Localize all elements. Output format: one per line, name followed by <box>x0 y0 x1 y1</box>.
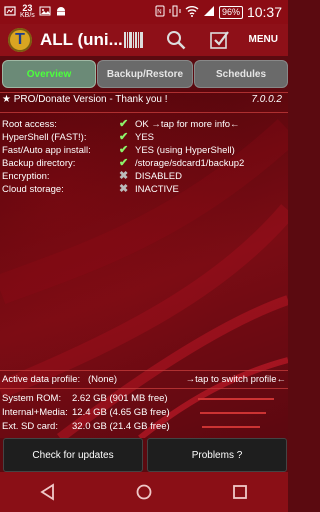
info-label: Encryption: <box>2 171 50 182</box>
storage-row: System ROM: 2.62 GB (901 MB free) <box>2 392 286 406</box>
divider <box>0 92 288 93</box>
encryption-row: Encryption: ✖ DISABLED <box>2 170 286 183</box>
battery-indicator: 96% <box>218 5 243 19</box>
info-label: Cloud storage: <box>2 184 64 195</box>
fast-install-row: Fast/Auto app install: ✔ YES (using Hype… <box>2 144 286 157</box>
batch-select-icon[interactable] <box>208 29 232 51</box>
menu-button[interactable]: MENU <box>249 34 278 45</box>
hypershell-row: HyperShell (FAST!): ✔ YES <box>2 131 286 144</box>
storage-bar <box>198 398 274 400</box>
storage-value: 32.0 GB (21.4 GB free) <box>72 421 170 432</box>
tab-overview[interactable]: Overview <box>2 60 96 88</box>
status-bar: 23 KB/s N 96% 10:37 <box>0 0 288 24</box>
overview-panel: ★ PRO/Donate Version - Thank you ! 7.0.0… <box>0 90 288 438</box>
vibrate-icon <box>169 5 181 20</box>
storage-label: Internal+Media: <box>2 407 68 418</box>
version-label: 7.0.0.2 <box>251 94 282 105</box>
info-value: YES (using HyperShell) <box>135 145 235 156</box>
home-icon[interactable] <box>132 480 156 504</box>
divider <box>0 112 288 113</box>
nfc-icon: N <box>155 5 165 20</box>
speed-value: 23 <box>22 3 33 13</box>
storage-value: 2.62 GB (901 MB free) <box>72 393 168 404</box>
search-icon[interactable] <box>164 29 188 51</box>
info-label: Root access: <box>2 119 57 130</box>
storage-label: Ext. SD card: <box>2 421 58 432</box>
root-access-row[interactable]: Root access: ✔ OK →tap for more info← <box>2 118 286 131</box>
check-icon: ✔ <box>119 144 129 156</box>
storage-value: 12.4 GB (4.65 GB free) <box>72 407 170 418</box>
profile-value: (None) <box>88 374 118 385</box>
image-icon <box>39 5 51 20</box>
barcode-icon[interactable] <box>122 29 146 51</box>
check-icon: ✔ <box>119 118 129 130</box>
backup-directory-row: Backup directory: ✔ /storage/sdcard1/bac… <box>2 157 286 170</box>
navigation-bar <box>0 472 288 512</box>
storage-bar <box>202 426 260 428</box>
cross-icon: ✖ <box>119 170 129 182</box>
check-icon: ✔ <box>119 131 129 143</box>
storage-row: Ext. SD card: 32.0 GB (21.4 GB free) <box>2 420 286 434</box>
info-value: INACTIVE <box>135 184 179 195</box>
profile-label: Active data profile: <box>2 374 81 385</box>
android-icon <box>55 5 67 20</box>
info-label: Backup directory: <box>2 158 76 169</box>
signal-icon <box>203 5 215 20</box>
pro-banner: ★ PRO/Donate Version - Thank you ! 7.0.0… <box>2 94 284 105</box>
clock: 10:37 <box>246 4 282 20</box>
info-label: HyperShell (FAST!): <box>2 132 87 143</box>
tab-schedules[interactable]: Schedules <box>194 60 288 88</box>
app-logo[interactable]: T <box>8 28 32 52</box>
tab-backup-restore[interactable]: Backup/Restore <box>97 60 193 88</box>
check-updates-button[interactable]: Check for updates <box>3 438 143 472</box>
storage-label: System ROM: <box>2 393 62 404</box>
notification-icon <box>4 5 16 20</box>
recent-apps-icon[interactable] <box>228 480 252 504</box>
speed-unit: KB/s <box>20 12 35 19</box>
action-bar: T ALL (uni... MENU <box>0 24 288 56</box>
cross-icon: ✖ <box>119 183 129 195</box>
network-speed: 23 KB/s <box>20 3 35 20</box>
divider <box>0 388 288 389</box>
info-label: Fast/Auto app install: <box>2 145 91 156</box>
divider <box>0 370 288 371</box>
cloud-storage-row: Cloud storage: ✖ INACTIVE <box>2 183 286 196</box>
problems-button[interactable]: Problems ? <box>147 438 287 472</box>
pro-banner-text: ★ PRO/Donate Version - Thank you ! <box>2 94 168 105</box>
info-value: YES <box>135 132 155 143</box>
check-icon: ✔ <box>119 157 129 169</box>
info-value: /storage/sdcard1/backup2 <box>135 158 245 169</box>
info-value: DISABLED <box>135 171 182 182</box>
status-info: Root access: ✔ OK →tap for more info← Hy… <box>2 118 286 196</box>
back-icon[interactable] <box>36 480 60 504</box>
tab-bar: Overview Backup/Restore Schedules <box>0 60 288 88</box>
storage-info: System ROM: 2.62 GB (901 MB free) Intern… <box>2 392 286 434</box>
storage-bar <box>200 412 266 414</box>
svg-text:N: N <box>157 9 161 15</box>
bottom-buttons: Check for updates Problems ? <box>0 438 288 472</box>
storage-row: Internal+Media: 12.4 GB (4.65 GB free) <box>2 406 286 420</box>
wifi-icon <box>185 5 199 20</box>
info-value: OK →tap for more info← <box>135 119 240 130</box>
app-title[interactable]: ALL (uni... <box>40 30 123 50</box>
switch-profile-link[interactable]: →tap to switch profile← <box>186 374 286 385</box>
